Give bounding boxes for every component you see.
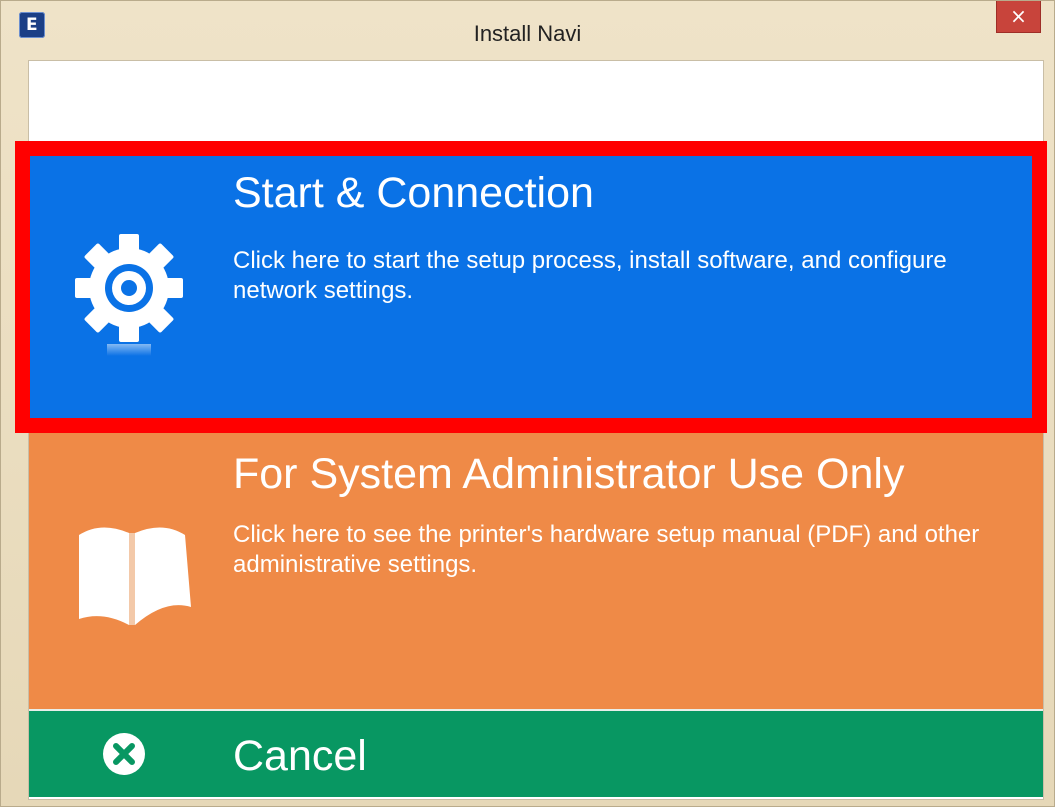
book-icon [79, 527, 191, 625]
system-administrator-button[interactable]: For System Administrator Use Only Click … [29, 433, 1043, 711]
system-administrator-description: Click here to see the printer's hardware… [233, 521, 980, 578]
gear-icon [75, 234, 183, 356]
x-circle-icon [103, 733, 145, 775]
cancel-label: Cancel [233, 732, 367, 780]
close-button[interactable]: × [996, 1, 1041, 33]
start-connection-button[interactable]: Start & Connection Click here to start t… [29, 154, 1043, 418]
title-bar[interactable]: E Install Navi × [1, 1, 1054, 59]
install-navi-window: E Install Navi × Start & Connection Clic… [0, 0, 1055, 807]
cancel-button[interactable]: Cancel [29, 709, 1043, 797]
client-area: Start & Connection Click here to start t… [15, 61, 1047, 799]
start-connection-title: Start & Connection [233, 169, 594, 217]
system-administrator-title: For System Administrator Use Only [233, 450, 905, 498]
window-title: Install Navi [473, 21, 582, 46]
start-connection-description: Click here to start the setup process, i… [233, 247, 947, 304]
